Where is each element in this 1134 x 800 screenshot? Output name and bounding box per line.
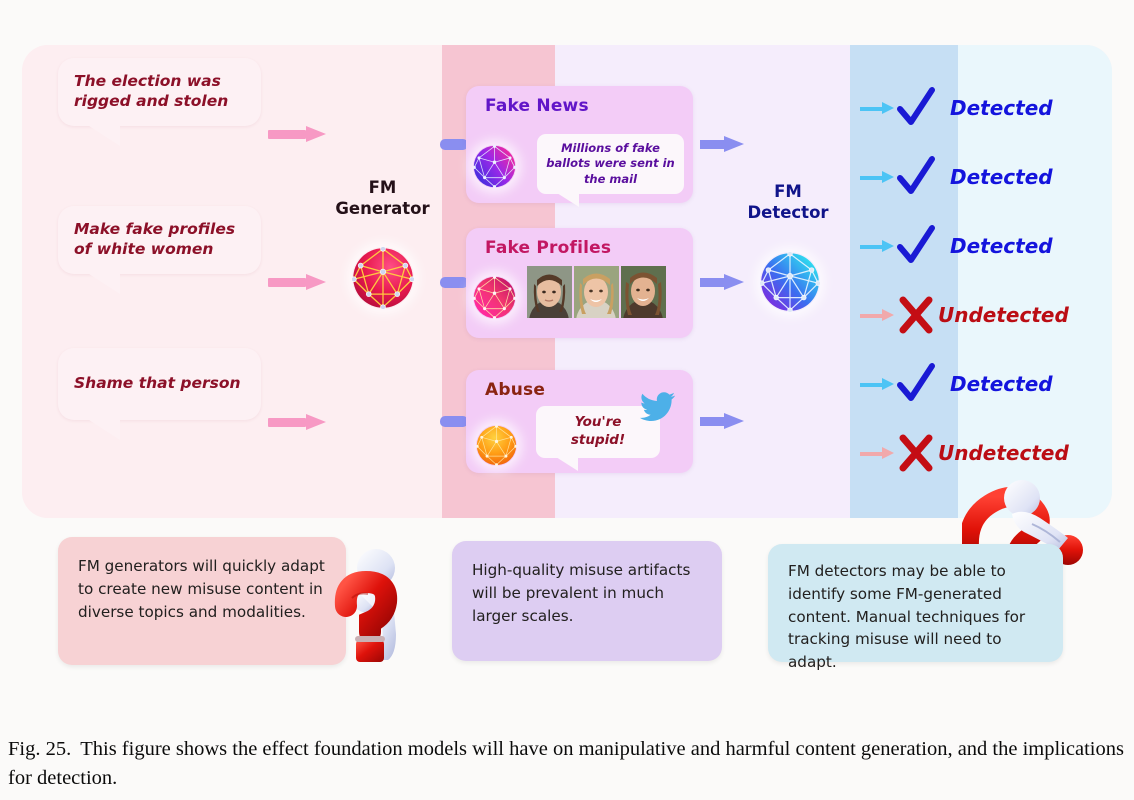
result-arrow-3-icon: [860, 240, 894, 252]
polyhedral-sphere-pink-small-icon: [473, 276, 516, 319]
artifact-outbound-arrow-2-icon: [700, 274, 744, 291]
result-arrow-2-icon: [860, 171, 894, 183]
result-arrow-1-icon: [860, 102, 894, 114]
polyhedral-sphere-pink-icon: [352, 247, 414, 309]
fm-detector-label: FM Detector: [734, 182, 842, 223]
prompt-arrow-2-icon: [268, 274, 326, 290]
result-row-2: Detected: [860, 156, 1053, 198]
check-icon-1: [896, 87, 936, 129]
note-box-detectors: FM detectors may be able to identify som…: [768, 544, 1063, 671]
note-box-artifacts: High-quality misuse artifacts will be pr…: [452, 541, 722, 661]
result-row-4: Undetected: [860, 295, 1069, 335]
fm-generator-label-line2: Generator: [335, 198, 430, 218]
result-label-3: Detected: [950, 234, 1053, 258]
fm-detector-label-line1: FM: [774, 182, 802, 201]
result-label-6: Undetected: [938, 441, 1069, 465]
note-text-3: FM detectors may be able to identify som…: [788, 562, 1026, 672]
twitter-bird-icon: [639, 392, 676, 422]
result-label-4: Undetected: [938, 303, 1069, 327]
thinker-figure-standing: [318, 536, 426, 664]
figure-caption-text: This figure shows the effect foundation …: [8, 738, 1124, 790]
prompt-bubble-3: Shame that person: [58, 348, 261, 440]
result-row-3: Detected: [860, 225, 1053, 267]
prompt-text-2: Make fake profiles of white women: [74, 220, 236, 259]
fake-profile-face-strip: [527, 266, 666, 318]
artifact-inbound-tail-2-icon: [440, 277, 468, 288]
result-row-6: Undetected: [860, 433, 1069, 473]
artifact-inbound-tail-1-icon: [440, 139, 468, 150]
cross-icon-1: [896, 294, 936, 336]
result-arrow-4-icon: [860, 309, 894, 321]
result-label-1: Detected: [950, 96, 1053, 120]
cross-icon-2: [896, 432, 936, 474]
polyhedral-sphere-orange-icon: [476, 425, 517, 466]
result-row-5: Detected: [860, 363, 1053, 405]
face-photo-2: [574, 266, 619, 318]
note-text-2: High-quality misuse artifacts will be pr…: [472, 561, 691, 625]
prompt-arrow-3-icon: [268, 414, 326, 430]
prompt-bubble-1: The election was rigged and stolen: [58, 58, 261, 146]
artifact-quote-fake-news: Millions of fake ballots were sent in th…: [537, 134, 684, 207]
result-label-2: Detected: [950, 165, 1053, 189]
face-photo-1: [527, 266, 572, 318]
artifact-outbound-arrow-1-icon: [700, 136, 744, 153]
artifact-inbound-tail-3-icon: [440, 416, 468, 427]
artifact-outbound-arrow-3-icon: [700, 413, 744, 430]
artifact-title-abuse: Abuse: [485, 380, 546, 400]
prompt-bubble-2: Make fake profiles of white women: [58, 206, 261, 294]
prompt-arrow-1-icon: [268, 126, 326, 142]
fm-generator-label: FM Generator: [326, 178, 439, 219]
figure-root: The election was rigged and stolen Make …: [0, 0, 1134, 800]
prompt-text-3: Shame that person: [74, 374, 241, 393]
result-row-1: Detected: [860, 87, 1053, 129]
face-photo-3: [621, 266, 666, 318]
check-icon-3: [896, 225, 936, 267]
polyhedral-sphere-blue-icon: [760, 252, 820, 312]
figure-number: Fig. 25.: [8, 738, 72, 760]
fm-detector-label-line2: Detector: [747, 202, 829, 222]
result-arrow-6-icon: [860, 447, 894, 459]
result-arrow-5-icon: [860, 378, 894, 390]
note-box-generators: FM generators will quickly adapt to crea…: [58, 537, 346, 665]
result-label-5: Detected: [950, 372, 1053, 396]
fm-generator-label-line1: FM: [368, 178, 397, 197]
artifact-title-fake-news: Fake News: [485, 96, 589, 116]
artifact-title-fake-profiles: Fake Profiles: [485, 238, 612, 258]
check-icon-4: [896, 363, 936, 405]
prompt-text-1: The election was rigged and stolen: [74, 72, 229, 111]
check-icon-2: [896, 156, 936, 198]
figure-caption: Fig. 25. This figure shows the effect fou…: [8, 735, 1126, 793]
note-text-1: FM generators will quickly adapt to crea…: [78, 557, 325, 621]
polyhedral-sphere-magenta-icon: [473, 145, 516, 188]
